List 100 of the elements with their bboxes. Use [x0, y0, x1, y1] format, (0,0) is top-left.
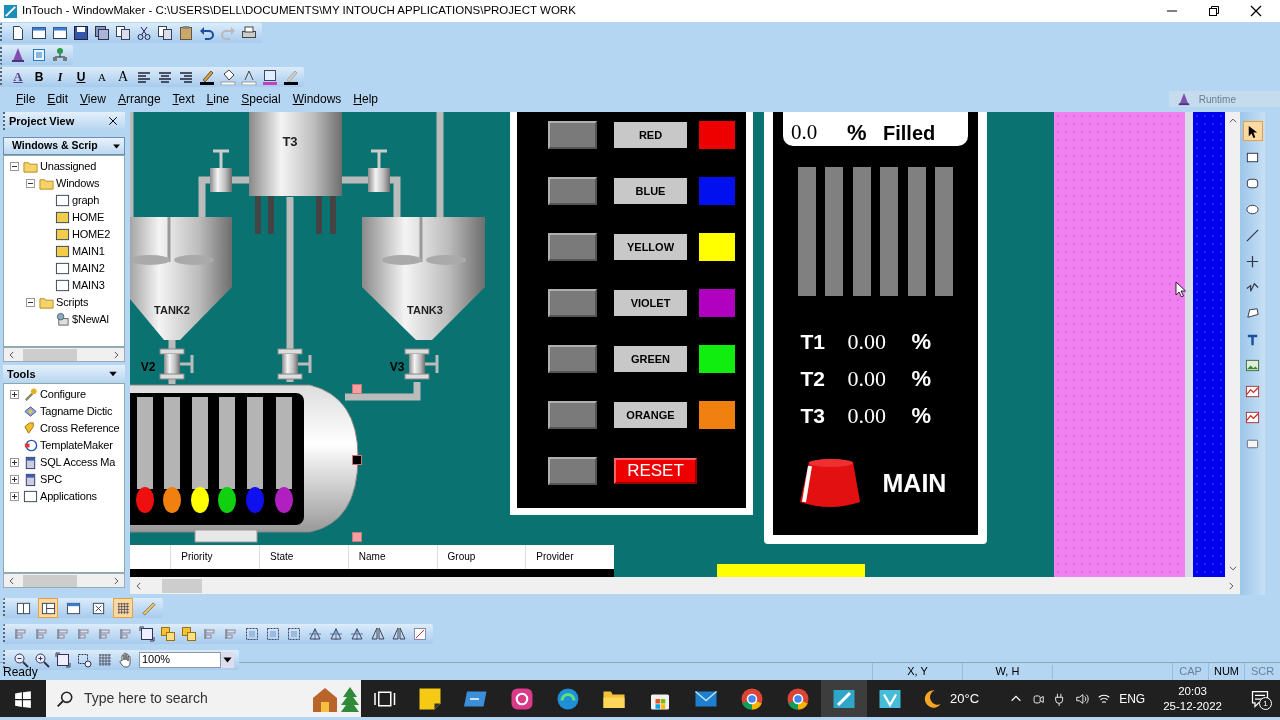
- scroll-thumb[interactable]: [23, 574, 77, 587]
- expand-icon[interactable]: [10, 390, 19, 399]
- rotate-icon[interactable]: [307, 625, 323, 642]
- tree-item[interactable]: HOME2: [72, 226, 111, 243]
- tree-item[interactable]: graph: [72, 192, 100, 209]
- pencil-icon[interactable]: [199, 69, 215, 85]
- toggle-button[interactable]: [38, 598, 58, 618]
- selection-handle[interactable]: [352, 455, 362, 465]
- windows-logo-icon[interactable]: [14, 689, 32, 708]
- dropdown-icon[interactable]: [221, 651, 234, 668]
- notification-icon[interactable]: [1250, 688, 1270, 709]
- zoom-field[interactable]: 100%: [139, 651, 221, 668]
- text-color-icon[interactable]: [241, 69, 257, 85]
- indicator-button[interactable]: [548, 121, 597, 149]
- close-icon[interactable]: [1248, 3, 1264, 19]
- stack-icon[interactable]: [94, 25, 110, 41]
- layers-icon[interactable]: [181, 625, 197, 642]
- save-icon[interactable]: [73, 25, 89, 41]
- tree-item[interactable]: MAIN2: [72, 260, 105, 277]
- tool-item[interactable]: SQL Access Ma: [40, 454, 116, 471]
- scrollbar[interactable]: [3, 573, 125, 588]
- menu-item[interactable]: View: [74, 90, 112, 108]
- align-center-icon[interactable]: [157, 69, 173, 85]
- window-icon[interactable]: [52, 25, 68, 41]
- align-right-icon[interactable]: [178, 69, 194, 85]
- scrollbar[interactable]: [130, 577, 1240, 594]
- scroll-right-icon[interactable]: [111, 575, 121, 586]
- indicator-button[interactable]: [548, 177, 597, 205]
- copy-icon[interactable]: [157, 25, 173, 41]
- clock-date[interactable]: 25-12-2022: [1163, 698, 1222, 714]
- zoom-fit-icon[interactable]: [55, 651, 71, 668]
- menu-item[interactable]: Windows: [286, 90, 348, 108]
- tree-item[interactable]: Unassigned: [40, 158, 97, 175]
- copy-icon[interactable]: [115, 25, 131, 41]
- menu-item[interactable]: File: [10, 90, 42, 108]
- search-field[interactable]: Type here to search: [82, 687, 302, 710]
- grid-icon[interactable]: [97, 651, 113, 668]
- scroll-up-icon[interactable]: [1227, 116, 1238, 126]
- menu-item[interactable]: Text: [166, 90, 201, 108]
- bold-button[interactable]: B: [31, 69, 47, 85]
- underline-button[interactable]: U: [73, 69, 89, 85]
- tree-item[interactable]: MAIN3: [72, 277, 105, 294]
- expand-icon[interactable]: [10, 458, 19, 467]
- undo-icon[interactable]: [199, 25, 215, 41]
- select-button[interactable]: BLUE: [614, 178, 687, 204]
- expand-icon[interactable]: [10, 475, 19, 484]
- tree-item[interactable]: HOME: [72, 209, 105, 226]
- indicator-button[interactable]: [548, 233, 597, 261]
- button-label[interactable]: MAIN: [882, 465, 947, 503]
- toggle-button[interactable]: [113, 598, 133, 618]
- close-icon[interactable]: [107, 115, 119, 127]
- window-icon[interactable]: [31, 25, 47, 41]
- tree-item[interactable]: $NewAl: [72, 311, 109, 328]
- tree-item[interactable]: Scripts: [56, 294, 89, 311]
- tool-item[interactable]: Tagname Dictic: [40, 403, 113, 420]
- tool-item[interactable]: Applications: [40, 488, 97, 505]
- font-button[interactable]: A: [10, 69, 26, 85]
- expand-icon[interactable]: [10, 492, 19, 501]
- pushbutton-drawing[interactable]: [798, 458, 861, 510]
- restore-icon[interactable]: [1206, 3, 1222, 19]
- scroll-right-icon[interactable]: [111, 349, 121, 360]
- scrollbar[interactable]: [3, 347, 125, 362]
- menu-item[interactable]: Line: [200, 90, 236, 108]
- taskbar-button[interactable]: [821, 680, 867, 717]
- tree-item[interactable]: MAIN1: [72, 243, 105, 260]
- script-icon[interactable]: [31, 47, 47, 63]
- group-icon[interactable]: [286, 625, 302, 642]
- hand-icon[interactable]: [118, 651, 134, 668]
- zoom-out-icon[interactable]: [13, 651, 29, 668]
- zoom-in-icon[interactable]: [34, 651, 50, 668]
- flip-icon[interactable]: [391, 625, 407, 642]
- select-button[interactable]: ORANGE: [614, 402, 687, 428]
- scroll-down-icon[interactable]: [1227, 563, 1238, 573]
- tree-item[interactable]: Windows: [56, 175, 100, 192]
- frame-icon[interactable]: [139, 625, 155, 642]
- zoom-selection-icon[interactable]: [76, 651, 92, 668]
- scroll-left-icon[interactable]: [7, 349, 17, 360]
- network-icon[interactable]: [52, 47, 68, 63]
- align-left-icon[interactable]: [136, 69, 152, 85]
- scroll-thumb[interactable]: [23, 348, 77, 361]
- select-button[interactable]: RED: [614, 122, 687, 148]
- menu-item[interactable]: Arrange: [111, 90, 167, 108]
- collapse-icon[interactable]: [10, 162, 19, 171]
- print-icon[interactable]: [241, 25, 257, 41]
- scrollbar[interactable]: [1225, 112, 1240, 577]
- indicator-button[interactable]: [548, 457, 597, 485]
- tool-button[interactable]: [1242, 121, 1263, 141]
- scroll-thumb[interactable]: [162, 578, 202, 593]
- scroll-left-icon[interactable]: [134, 580, 144, 591]
- section-header[interactable]: Windows & Scrip: [3, 137, 125, 155]
- indicator-button[interactable]: [548, 401, 597, 429]
- tool-item[interactable]: Configure: [40, 386, 86, 403]
- select-button[interactable]: YELLOW: [614, 234, 687, 260]
- paint-bucket-icon[interactable]: [220, 69, 236, 85]
- group-icon[interactable]: [265, 625, 281, 642]
- tool-item[interactable]: TemplateMaker: [40, 437, 113, 454]
- selection-handle[interactable]: [352, 532, 362, 542]
- select-button[interactable]: VIOLET: [614, 290, 687, 316]
- scroll-left-icon[interactable]: [7, 575, 17, 586]
- tool-item[interactable]: Cross Reference: [40, 420, 120, 437]
